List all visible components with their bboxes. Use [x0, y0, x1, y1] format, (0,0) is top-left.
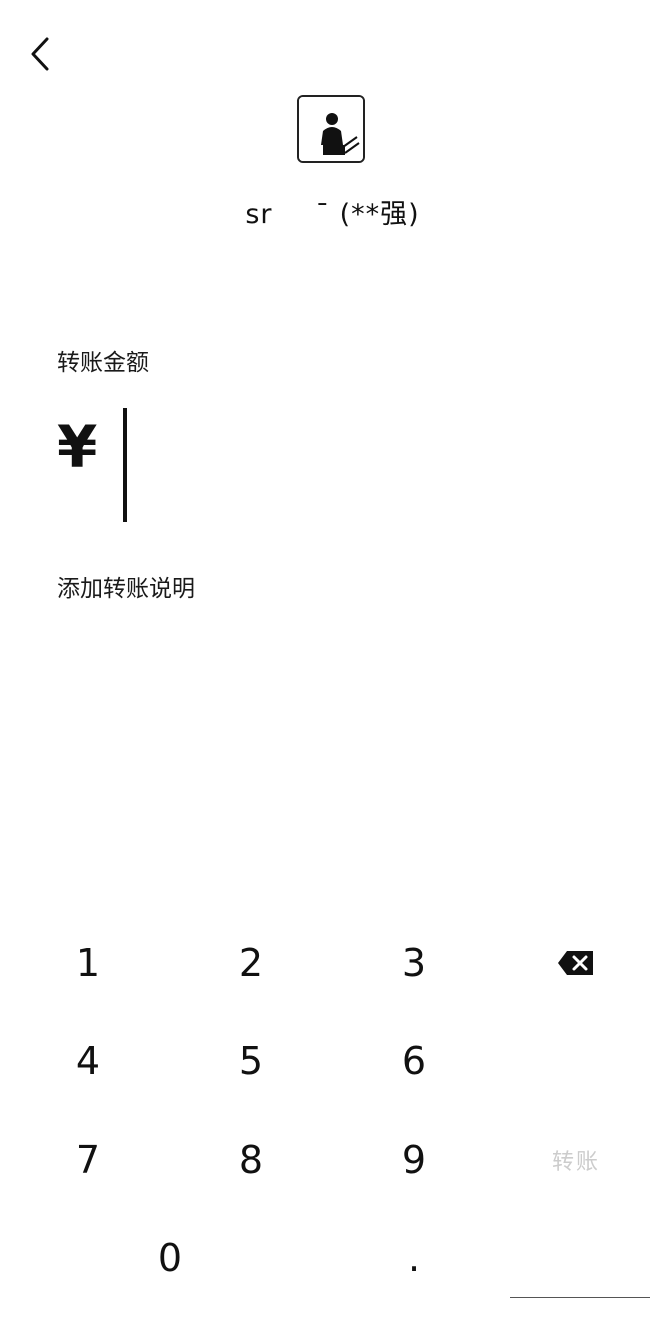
key-7[interactable]: 7	[28, 1125, 148, 1195]
person-avatar-icon	[299, 97, 363, 161]
key-5[interactable]: 5	[191, 1026, 311, 1096]
transfer-button[interactable]: 转账	[516, 1125, 636, 1195]
currency-symbol: ¥	[57, 413, 98, 481]
key-8[interactable]: 8	[191, 1125, 311, 1195]
key-dot[interactable]: .	[354, 1223, 474, 1293]
recipient-nickname: sr ̄	[245, 199, 330, 230]
key-0[interactable]: 0	[110, 1223, 230, 1293]
add-remark-link[interactable]: 添加转账说明	[57, 569, 195, 603]
key-1[interactable]: 1	[28, 928, 148, 998]
recipient-real-name: (**强)	[339, 199, 420, 230]
divider	[510, 1297, 650, 1298]
chevron-left-icon	[31, 37, 49, 71]
key-3[interactable]: 3	[354, 928, 474, 998]
key-4[interactable]: 4	[28, 1026, 148, 1096]
avatar	[297, 95, 365, 163]
recipient-name: sr ̄ (**强)	[0, 192, 665, 231]
amount-input[interactable]	[118, 405, 598, 523]
back-button[interactable]	[20, 32, 60, 76]
delete-button[interactable]	[516, 928, 636, 998]
key-9[interactable]: 9	[354, 1125, 474, 1195]
amount-label: 转账金额	[57, 350, 149, 376]
key-2[interactable]: 2	[191, 928, 311, 998]
backspace-icon	[558, 951, 593, 975]
key-6[interactable]: 6	[354, 1026, 474, 1096]
